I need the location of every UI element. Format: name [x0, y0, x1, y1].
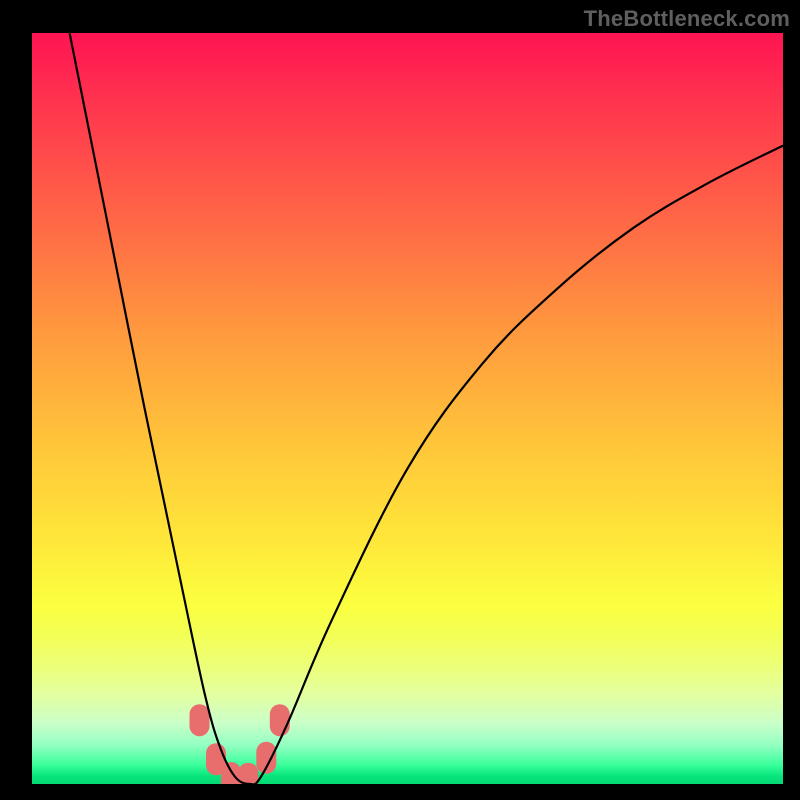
chart-plot-area [32, 33, 783, 784]
watermark-text: TheBottleneck.com [584, 6, 790, 32]
curve-marker [256, 742, 276, 774]
curve-marker [270, 704, 290, 736]
marker-group [190, 704, 290, 784]
bottleneck-curve-path [70, 33, 783, 784]
chart-frame: TheBottleneck.com [0, 0, 800, 800]
curve-marker [221, 762, 241, 784]
curve-marker [206, 743, 226, 775]
curve-marker [238, 763, 258, 784]
curve-marker [190, 704, 210, 736]
chart-svg [32, 33, 783, 784]
